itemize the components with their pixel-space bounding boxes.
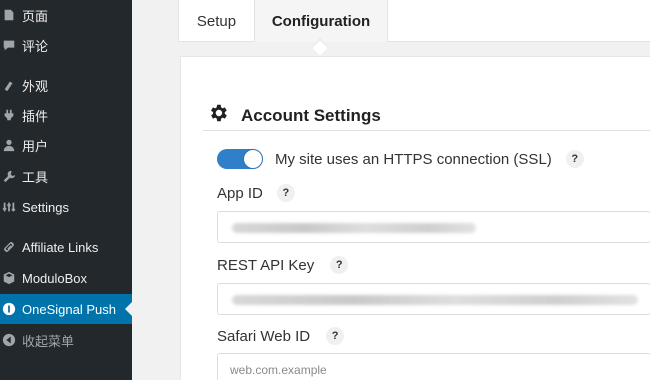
sidebar-item-appearance[interactable]: 外观 — [0, 70, 132, 100]
sidebar-item-comments[interactable]: 评论 — [0, 30, 132, 60]
safari-web-id-placeholder: web.com.example — [230, 363, 327, 377]
sidebar-item-users[interactable]: 用户 — [0, 130, 132, 160]
app-id-label-row: App ID ? — [217, 184, 295, 202]
sidebar-item-label: ModuloBox — [22, 270, 88, 286]
help-icon[interactable]: ? — [326, 327, 345, 345]
onesignal-icon — [0, 300, 18, 318]
app-id-input[interactable] — [217, 211, 650, 243]
settings-icon — [0, 198, 18, 216]
sidebar-item-label: 评论 — [22, 38, 49, 54]
settings-tabs: Setup Configuration — [178, 0, 650, 56]
https-toggle[interactable] — [217, 149, 263, 169]
account-settings-header: Account Settings — [207, 102, 381, 129]
help-icon[interactable]: ? — [276, 184, 295, 202]
users-icon — [0, 136, 18, 154]
configuration-panel: Account Settings My site uses an HTTPS c… — [180, 56, 650, 380]
sidebar-item-label: 插件 — [22, 108, 49, 124]
safari-web-id-input[interactable]: web.com.example — [217, 353, 650, 380]
rest-api-key-label-row: REST API Key ? — [217, 256, 349, 274]
appearance-icon — [0, 76, 18, 94]
sidebar-item-collapse-menu[interactable]: 收起菜单 — [0, 325, 132, 355]
tab-configuration[interactable]: Configuration — [254, 0, 388, 42]
obscured-value — [232, 295, 638, 305]
sidebar-item-label: 工具 — [22, 169, 49, 185]
rest-api-key-label: REST API Key — [217, 256, 315, 274]
sidebar-item-onesignal-push[interactable]: OneSignal Push — [0, 294, 132, 324]
sidebar-item-modulobox[interactable]: ModuloBox — [0, 263, 132, 293]
sidebar-item-settings[interactable]: Settings — [0, 192, 132, 222]
sidebar-item-plugins[interactable]: 插件 — [0, 100, 132, 130]
sidebar-item-label: 页面 — [22, 8, 49, 24]
rest-api-key-input[interactable] — [217, 283, 650, 315]
divider — [203, 130, 650, 131]
plugins-icon — [0, 106, 18, 124]
pages-icon — [0, 6, 18, 24]
tab-setup[interactable]: Setup — [178, 0, 254, 42]
sidebar-item-affiliate-links[interactable]: Affiliate Links — [0, 232, 132, 262]
app-id-label: App ID — [217, 184, 263, 202]
https-label: My site uses an HTTPS connection (SSL) — [275, 150, 552, 168]
sidebar-item-label: Settings — [22, 199, 69, 215]
help-icon[interactable]: ? — [330, 256, 349, 274]
https-setting-row: My site uses an HTTPS connection (SSL) ? — [217, 149, 584, 169]
collapse-icon — [0, 331, 18, 349]
link-icon — [0, 238, 18, 256]
safari-web-id-label-row: Safari Web ID ? — [217, 327, 345, 345]
sidebar-item-pages[interactable]: 页面 — [0, 0, 132, 30]
sidebar-item-label: 用户 — [22, 138, 49, 154]
section-title: Account Settings — [241, 105, 381, 125]
gear-icon — [207, 102, 229, 129]
comments-icon — [0, 36, 18, 54]
box-icon — [0, 269, 18, 287]
sidebar-item-label: Affiliate Links — [22, 239, 99, 255]
sidebar-item-label: 收起菜单 — [22, 333, 75, 349]
help-icon[interactable]: ? — [565, 150, 584, 168]
sidebar-item-label: 外观 — [22, 78, 49, 94]
safari-web-id-label: Safari Web ID — [217, 327, 311, 345]
tools-icon — [0, 167, 18, 185]
obscured-value — [232, 223, 476, 233]
sidebar-item-tools[interactable]: 工具 — [0, 161, 132, 191]
sidebar-item-label: OneSignal Push — [22, 301, 116, 317]
admin-sidebar: 页面 评论 外观 插件 用户 工具 Settings Affiliate Lin… — [0, 0, 132, 380]
